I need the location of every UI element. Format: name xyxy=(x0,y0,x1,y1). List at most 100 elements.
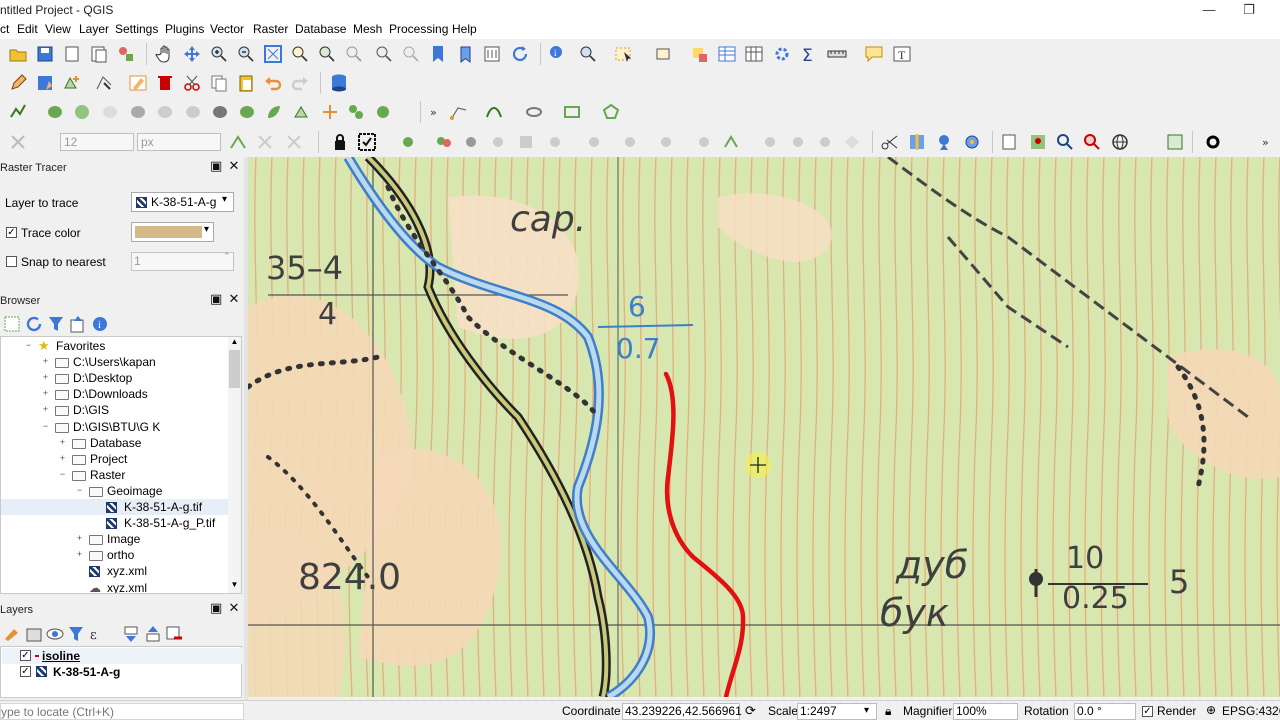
layer-visibility-checkbox[interactable]: ✓ xyxy=(20,666,31,677)
raster-tracer-icon[interactable] xyxy=(357,132,377,152)
new-shapefile-icon[interactable] xyxy=(292,102,312,122)
browser-item[interactable]: − D:\GIS\BTU\G K xyxy=(1,419,228,435)
select-by-value-icon[interactable] xyxy=(654,44,674,64)
pan-to-selection-icon[interactable] xyxy=(182,44,202,64)
expand-icon[interactable]: + xyxy=(41,405,50,414)
menu-mesh[interactable]: Mesh xyxy=(353,22,382,36)
lock-icon[interactable]: 🔒︎ xyxy=(885,704,891,719)
expand-icon[interactable]: + xyxy=(41,373,50,382)
merge-attributes-icon[interactable] xyxy=(815,132,835,152)
float-panel-icon[interactable]: ▣ xyxy=(210,159,222,172)
browser-item[interactable]: + Project xyxy=(1,451,228,467)
globe-icon[interactable] xyxy=(1110,132,1130,152)
add-postgis-icon[interactable] xyxy=(237,102,257,122)
menu-edit[interactable]: Edit xyxy=(17,22,38,36)
browser-item[interactable]: xyz.xml xyxy=(1,563,228,579)
fill-ring-icon[interactable] xyxy=(584,132,604,152)
align-rasters-icon[interactable] xyxy=(907,132,927,152)
info-icon[interactable]: i xyxy=(90,314,107,331)
toggle-editing-icon[interactable] xyxy=(8,73,28,93)
map-pin-icon[interactable] xyxy=(1028,132,1048,152)
toolbar-overflow-icon[interactable]: » xyxy=(427,102,447,122)
coordinate-field[interactable]: 43.239226,42.566961 xyxy=(622,703,742,720)
reshape-icon[interactable] xyxy=(694,132,714,152)
browser-item[interactable]: K-38-51-A-g_P.tif xyxy=(1,515,228,531)
float-panel-icon[interactable]: ▣ xyxy=(210,292,222,305)
layer-row-isoline[interactable]: ✓ isoline xyxy=(2,648,242,664)
save-edits-icon[interactable] xyxy=(35,73,55,93)
offset-curve-icon[interactable] xyxy=(461,132,481,152)
browser-item[interactable]: + D:\GIS xyxy=(1,402,228,418)
float-panel-icon[interactable]: ▣ xyxy=(210,601,222,614)
expand-icon[interactable]: + xyxy=(41,389,50,398)
zoom-last-icon[interactable] xyxy=(374,44,394,64)
locator-search-input[interactable]: ype to locate (Ctrl+K) xyxy=(0,703,244,720)
zoom-to-selection-icon[interactable] xyxy=(290,44,310,64)
copy-map-icon[interactable] xyxy=(1000,132,1020,152)
refresh-icon[interactable] xyxy=(24,314,42,332)
deselect-all-icon[interactable] xyxy=(690,44,710,64)
menu-raster[interactable]: Raster xyxy=(253,22,288,36)
extents-toggle-icon[interactable]: ⟳ xyxy=(745,703,756,719)
add-raster-layer-icon[interactable] xyxy=(45,102,65,122)
expand-icon[interactable]: + xyxy=(58,437,67,447)
paste-features-icon[interactable] xyxy=(236,73,256,93)
trace-color-checkbox[interactable]: ✓ xyxy=(6,227,17,238)
digitize-with-curve-icon[interactable] xyxy=(484,102,504,122)
add-virtual-layer-icon[interactable] xyxy=(264,102,284,122)
temporal-controller-icon[interactable] xyxy=(482,44,502,64)
snapping-tolerance-input[interactable]: 12 xyxy=(60,133,134,151)
menu-layer[interactable]: Layer xyxy=(79,22,109,36)
digitize-with-segment-icon[interactable] xyxy=(449,102,469,122)
filter-icon[interactable] xyxy=(46,314,63,331)
expand-all-icon[interactable] xyxy=(121,624,138,642)
rotate-point-symbols-icon[interactable] xyxy=(842,132,862,152)
add-regular-polygon-icon[interactable] xyxy=(601,102,621,122)
enable-snapping-icon[interactable] xyxy=(8,132,28,152)
split-features-icon[interactable] xyxy=(722,132,742,152)
menu-help[interactable]: Help xyxy=(452,22,477,36)
print-layout-icon[interactable] xyxy=(62,44,82,64)
browser-item[interactable]: + ortho xyxy=(1,547,228,563)
scroll-up-icon[interactable]: ▲ xyxy=(228,337,241,349)
menu-processing[interactable]: Processing xyxy=(389,22,448,36)
field-calculator-icon[interactable] xyxy=(744,44,764,64)
map-canvas[interactable]: сар. 35–4 4 6 0.7 824.0 дуб бук 10 0.25 … xyxy=(248,157,1280,697)
select-features-icon[interactable] xyxy=(614,44,634,64)
add-wms-layer-icon[interactable] xyxy=(100,102,120,122)
processing-toolbox-icon[interactable] xyxy=(772,44,792,64)
minimize-button[interactable]: — xyxy=(1192,0,1226,22)
simplify-icon[interactable] xyxy=(488,132,508,152)
add-vector-layer-icon[interactable] xyxy=(8,102,28,122)
zoom-next-icon[interactable] xyxy=(401,44,421,64)
browser-item[interactable]: + D:\Downloads xyxy=(1,386,228,402)
browser-item[interactable]: ☁ xyz.xml xyxy=(1,580,228,594)
expand-icon[interactable]: + xyxy=(75,534,84,543)
browser-item[interactable]: + D:\Desktop xyxy=(1,370,228,386)
layer-to-trace-select[interactable]: K-38-51-A-g ▾ xyxy=(131,192,234,212)
quick-search-icon[interactable] xyxy=(1082,132,1102,152)
pan-icon[interactable] xyxy=(155,44,175,64)
snap-to-nearest-spinbox[interactable]: 1 ⌃ xyxy=(131,251,234,271)
browser-item[interactable]: + Database xyxy=(1,435,228,451)
layer-visibility-checkbox[interactable]: ✓ xyxy=(20,650,31,661)
add-group-icon[interactable] xyxy=(24,624,42,642)
collapse-icon[interactable]: − xyxy=(41,421,50,431)
style-manager-icon[interactable] xyxy=(116,44,136,64)
spin-up-icon[interactable]: ⌃ xyxy=(223,251,231,262)
menu-settings[interactable]: Settings xyxy=(115,22,158,36)
chevron-down-icon[interactable]: ▾ xyxy=(864,705,869,716)
bookmarks-icon[interactable] xyxy=(455,44,475,64)
open-project-icon[interactable] xyxy=(8,44,28,64)
add-mesh-layer-icon[interactable] xyxy=(72,102,92,122)
refresh-icon[interactable] xyxy=(510,44,530,64)
vertex-tool-icon[interactable] xyxy=(94,73,114,93)
save-project-icon[interactable] xyxy=(35,44,55,64)
collapse-all-icon[interactable] xyxy=(68,314,84,333)
crs-label[interactable]: EPSG:4326 xyxy=(1222,704,1280,718)
menu-vector[interactable]: Vector xyxy=(210,22,244,36)
add-rectangle-icon[interactable] xyxy=(562,102,582,122)
toolbar-overflow-icon[interactable]: » xyxy=(1258,132,1278,152)
remove-layer-icon[interactable] xyxy=(164,624,182,640)
collapse-icon[interactable]: − xyxy=(24,341,33,350)
